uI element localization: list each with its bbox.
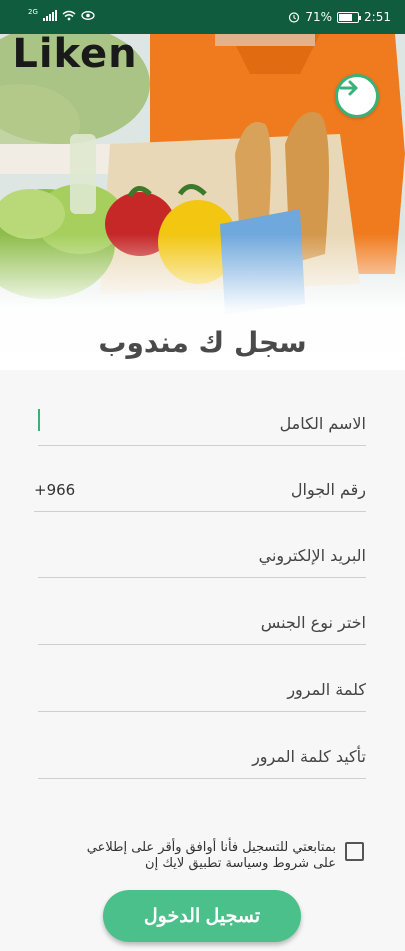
clock: 2:51 — [364, 10, 391, 24]
status-right: 71% 2:51 — [288, 10, 391, 24]
page-title: سجل ك مندوب — [98, 326, 307, 359]
email-label: البريد الإلكتروني — [258, 546, 366, 565]
full-name-label: الاسم الكامل — [279, 414, 366, 433]
phone-label: رقم الجوال — [290, 480, 366, 499]
signal-icon — [42, 10, 57, 21]
liken-logo: Liken — [12, 34, 137, 72]
battery-percent: 71% — [305, 10, 333, 24]
network-label: 2G — [28, 7, 38, 16]
status-bar: 2G 71% 2:51 — [0, 0, 405, 34]
phone-field[interactable]: +966 رقم الجوال — [34, 464, 366, 512]
status-left: 2G — [28, 7, 95, 21]
terms-agreement: بمتابعتي للتسجيل فأنا أوافق وأقر على إطل… — [40, 840, 366, 876]
terms-line-1: بمتابعتي للتسجيل فأنا أوافق وأقر على إطل… — [86, 840, 336, 855]
country-code: +966 — [34, 481, 76, 499]
terms-checkbox[interactable] — [345, 842, 364, 861]
terms-line-2: على شروط وسياسة تطبيق لايك إن — [145, 856, 336, 871]
confirm-password-label: تأكيد كلمة المرور — [252, 747, 366, 766]
battery-fill — [339, 13, 352, 21]
password-label: كلمة المرور — [287, 680, 366, 699]
registration-form: الاسم الكامل +966 رقم الجوال البريد الإل… — [0, 370, 405, 951]
full-name-field[interactable]: الاسم الكامل — [38, 398, 366, 446]
arrow-right-icon — [339, 80, 358, 96]
terms-text: بمتابعتي للتسجيل فأنا أوافق وأقر على إطل… — [46, 840, 336, 872]
register-button[interactable]: تسجيل الدخول — [103, 890, 301, 942]
gender-label: اختر نوع الجنس — [260, 613, 366, 632]
text-cursor — [38, 409, 40, 431]
password-field[interactable]: كلمة المرور — [38, 664, 366, 712]
gender-select[interactable]: اختر نوع الجنس — [38, 597, 366, 645]
forward-button[interactable] — [335, 74, 379, 118]
eye-icon — [81, 11, 95, 20]
alarm-icon — [289, 12, 300, 23]
wifi-icon — [62, 10, 76, 21]
logo-text: Liken — [12, 34, 137, 72]
confirm-password-field[interactable]: تأكيد كلمة المرور — [38, 731, 366, 779]
email-field[interactable]: البريد الإلكتروني — [38, 530, 366, 578]
hero-banner: Liken سجل ك مندوب — [0, 34, 405, 370]
battery-icon — [337, 11, 362, 23]
